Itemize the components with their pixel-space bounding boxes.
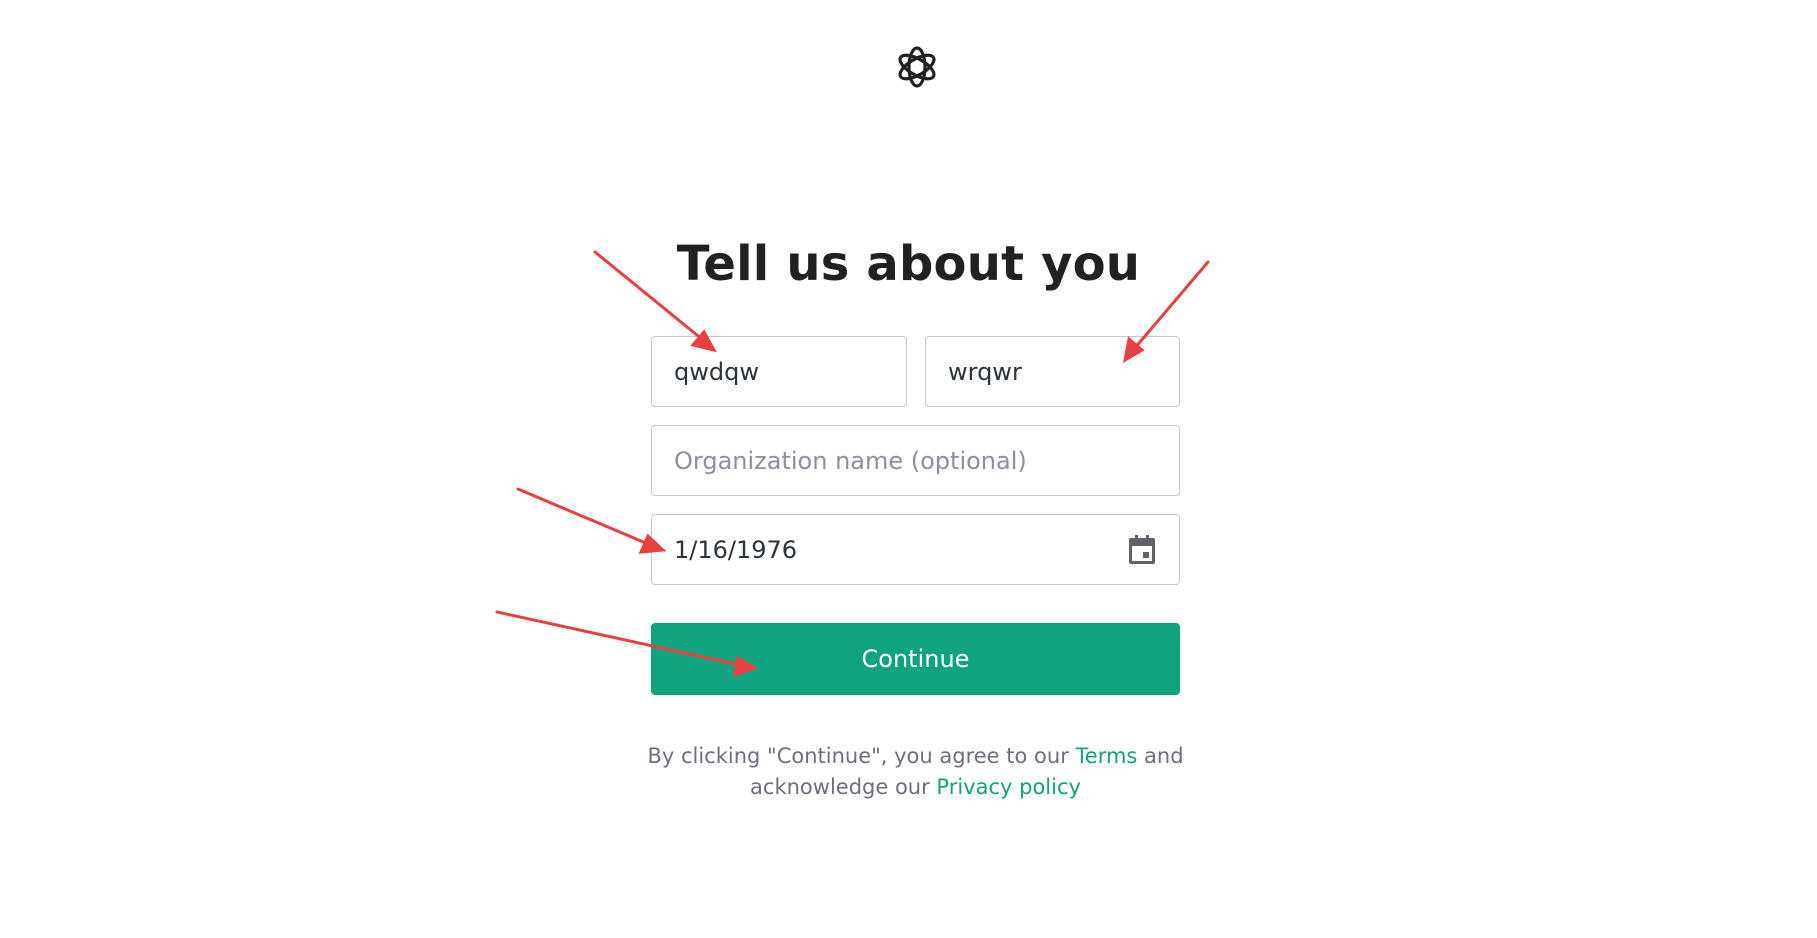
last-name-input[interactable]: [948, 357, 1157, 386]
birthday-field[interactable]: [651, 514, 1180, 585]
openai-logo-icon: [898, 46, 936, 88]
legal-prefix: By clicking "Continue", you agree to our: [647, 744, 1076, 768]
organization-field[interactable]: [651, 425, 1180, 496]
signup-page: Tell us about you Continue By clicking "…: [0, 0, 1817, 938]
continue-button[interactable]: Continue: [651, 623, 1180, 695]
calendar-icon[interactable]: [1127, 534, 1157, 566]
first-name-field[interactable]: [651, 336, 907, 407]
first-name-input[interactable]: [674, 357, 884, 386]
privacy-policy-link[interactable]: Privacy policy: [936, 775, 1081, 799]
annotation-arrow: [516, 487, 667, 554]
terms-link[interactable]: Terms: [1076, 744, 1138, 768]
legal-notice: By clicking "Continue", you agree to our…: [560, 741, 1271, 803]
organization-input[interactable]: [674, 446, 1157, 475]
birthday-input[interactable]: [674, 535, 1127, 564]
last-name-field[interactable]: [925, 336, 1180, 407]
page-title: Tell us about you: [676, 236, 1141, 292]
legal-line2-prefix: acknowledge our: [750, 775, 937, 799]
legal-middle: and: [1137, 744, 1184, 768]
